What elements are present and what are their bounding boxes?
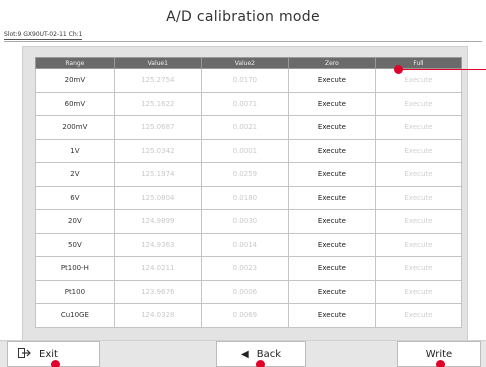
value1-cell: 125.0804 [113,185,202,210]
value2-cell: 0.0030 [200,209,289,234]
zero-execute-button[interactable]: Execute [287,279,376,304]
full-execute-button: Execute [374,91,463,116]
table-row: 60mV 125.1622 0.0071 Execute Execute [35,91,463,116]
range-cell[interactable]: Pt100 [35,279,115,304]
callout-marker-exit [51,360,60,367]
range-cell[interactable]: 2V [35,162,115,187]
range-cell[interactable]: 50V [35,232,115,257]
zero-execute-button[interactable]: Execute [287,115,376,140]
header-divider [4,41,482,42]
slot-channel-info: Slot:9 GX90UT-02-11 Ch:1 [4,31,83,40]
table-row: 200mV 125.0687 0.0021 Execute Execute [35,115,463,140]
zero-execute-button[interactable]: Execute [287,185,376,210]
value1-cell: 125.1622 [113,91,202,116]
table-row: 6V 125.0804 0.0180 Execute Execute [35,185,463,210]
range-cell[interactable]: 60mV [35,91,115,116]
value2-cell: 0.0180 [200,185,289,210]
back-label: Back [256,348,281,360]
value1-cell: 124.9363 [113,232,202,257]
full-execute-button: Execute [374,68,463,93]
value1-cell: 125.0687 [113,115,202,140]
table-row: Pt100-H 124.0211 0.0023 Execute Execute [35,256,463,281]
full-execute-button: Execute [374,209,463,234]
exit-arrow-icon [18,347,31,361]
exit-label: Exit [39,348,58,360]
value1-cell: 123.9676 [113,279,202,304]
header-zero: Zero [287,57,376,69]
value1-cell: 125.0342 [113,138,202,163]
header-range: Range [35,57,115,69]
zero-execute-button[interactable]: Execute [287,138,376,163]
value1-cell: 124.9899 [113,209,202,234]
full-execute-button: Execute [374,162,463,187]
range-cell[interactable]: 1V [35,138,115,163]
table-row: Pt100 123.9676 0.0006 Execute Execute [35,279,463,304]
value2-cell: 0.0069 [200,303,289,328]
full-execute-button: Execute [374,279,463,304]
callout-marker-write [436,360,445,367]
value2-cell: 0.0170 [200,68,289,93]
header-value2: Value2 [200,57,289,69]
value1-cell: 124.0211 [113,256,202,281]
zero-execute-button[interactable]: Execute [287,91,376,116]
value2-cell: 0.0021 [200,115,289,140]
header-full: Full [374,57,463,69]
full-execute-button: Execute [374,256,463,281]
calibration-table: Range Value1 Value2 Zero Full 20mV 125.2… [35,57,463,328]
zero-execute-button[interactable]: Execute [287,209,376,234]
zero-execute-button[interactable]: Execute [287,303,376,328]
table-row: 2V 125.1974 0.0259 Execute Execute [35,162,463,187]
range-cell[interactable]: Pt100-H [35,256,115,281]
triangle-left-icon: ◀ [241,348,249,360]
full-execute-button: Execute [374,303,463,328]
table-row: 50V 124.9363 0.0014 Execute Execute [35,232,463,257]
page-title: A/D calibration mode [166,9,320,25]
value1-cell: 125.2754 [113,68,202,93]
full-execute-button: Execute [374,138,463,163]
table-row: 20V 124.9899 0.0030 Execute Execute [35,209,463,234]
range-cell[interactable]: Cu10GE [35,303,115,328]
range-cell[interactable]: 20V [35,209,115,234]
value2-cell: 0.0071 [200,91,289,116]
value2-cell: 0.0001 [200,138,289,163]
write-label: Write [425,348,453,360]
range-cell[interactable]: 6V [35,185,115,210]
zero-execute-button[interactable]: Execute [287,256,376,281]
value1-cell: 124.0328 [113,303,202,328]
zero-execute-button[interactable]: Execute [287,68,376,93]
zero-execute-button[interactable]: Execute [287,162,376,187]
callout-line-full [400,69,486,70]
range-cell[interactable]: 200mV [35,115,115,140]
table-row: 1V 125.0342 0.0001 Execute Execute [35,138,463,163]
value2-cell: 0.0259 [200,162,289,187]
full-execute-button: Execute [374,115,463,140]
range-cell[interactable]: 20mV [35,68,115,93]
value2-cell: 0.0023 [200,256,289,281]
value2-cell: 0.0014 [200,232,289,257]
value1-cell: 125.1974 [113,162,202,187]
full-execute-button: Execute [374,185,463,210]
zero-execute-button[interactable]: Execute [287,232,376,257]
value2-cell: 0.0006 [200,279,289,304]
table-row: Cu10GE 124.0328 0.0069 Execute Execute [35,303,463,328]
header-value1: Value1 [113,57,202,69]
callout-marker-back [256,360,265,367]
full-execute-button: Execute [374,232,463,257]
